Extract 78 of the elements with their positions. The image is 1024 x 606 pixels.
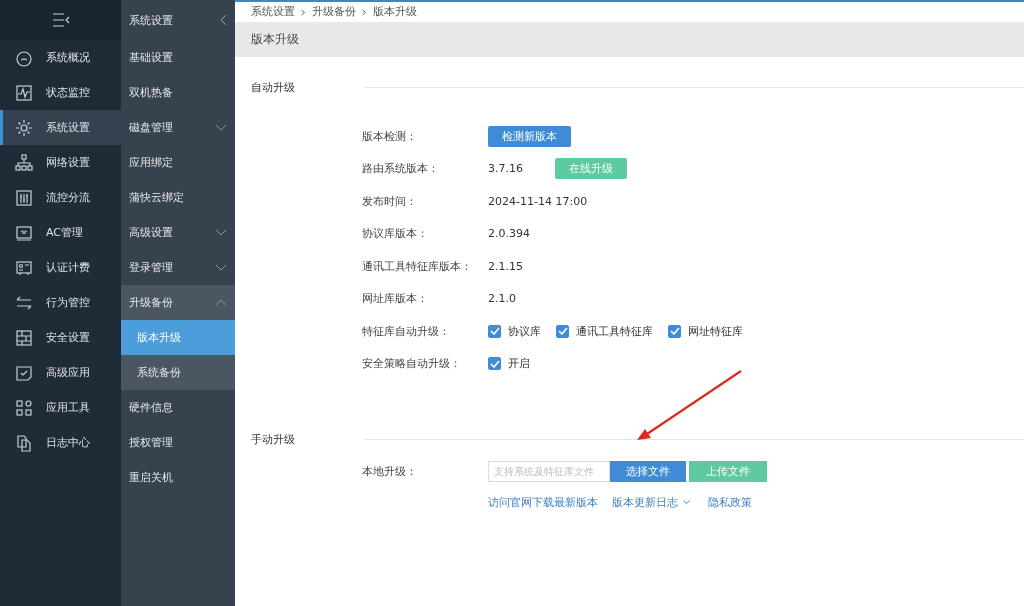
nav-item[interactable]: 系统概况 (0, 40, 121, 75)
link[interactable]: 访问官网下载最新版本 (488, 495, 598, 510)
section-title: 自动升级 (251, 80, 296, 95)
breadcrumb-item[interactable]: 升级备份 (312, 5, 356, 19)
nav-item[interactable]: AC管理 (0, 215, 121, 250)
nav-icon (15, 398, 33, 417)
checkbox-label: 开启 (508, 356, 530, 372)
link[interactable]: 隐私政策 (708, 495, 752, 510)
chevron-down-icon[interactable] (683, 500, 690, 505)
nav-item[interactable]: 网络设置 (0, 145, 121, 180)
subnav-item[interactable]: 应用绑定 (121, 145, 235, 180)
field-label: 发布时间： (362, 193, 418, 209)
nav-item[interactable]: 行为管控 (0, 285, 121, 320)
nav-icon (15, 258, 33, 277)
subnav-item[interactable]: 基础设置 (121, 40, 235, 75)
field-label: 安全策略自动升级： (362, 356, 462, 372)
nav-item[interactable]: 认证计费 (0, 250, 121, 285)
nav-icon (15, 83, 33, 102)
subnav-item[interactable]: 高级设置 (121, 215, 235, 250)
subnav-item[interactable]: 磁盘管理 (121, 110, 235, 145)
nav-item[interactable]: 安全设置 (0, 320, 121, 355)
nav-icon (15, 328, 33, 347)
nav-icon (15, 223, 33, 242)
checkbox[interactable] (488, 324, 501, 338)
field-label: 通讯工具特征库版本： (362, 258, 473, 274)
breadcrumb-separator-icon (362, 8, 367, 16)
subnav-item[interactable]: 蒲快云绑定 (121, 180, 235, 215)
nav-item[interactable]: 系统设置 (0, 110, 121, 145)
subnav-item[interactable]: 授权管理 (121, 425, 235, 460)
checkbox-label: 网址特征库 (688, 323, 743, 339)
checkbox-label: 协议库 (508, 323, 541, 339)
field-label: 网址库版本： (362, 291, 429, 307)
choose-file-button[interactable]: 选择文件 (610, 460, 686, 482)
check-version-button[interactable]: 检测新版本 (488, 125, 571, 147)
subnav-item[interactable]: 升级备份 (121, 285, 235, 320)
nav-icon (15, 118, 33, 137)
nav-icon (15, 48, 33, 67)
link[interactable]: 版本更新日志 (612, 495, 678, 510)
field-value: 3.7.16 (488, 162, 524, 176)
field-label: 特征库自动升级： (362, 323, 451, 339)
chevron-down-icon (215, 264, 227, 271)
nav-icon (15, 153, 33, 172)
checkbox[interactable] (488, 357, 501, 371)
menu-collapse-icon[interactable] (51, 13, 70, 27)
field-value: 2.0.394 (488, 227, 530, 241)
subnav-subitem[interactable]: 系统备份 (121, 355, 235, 390)
nav-item[interactable]: 日志中心 (0, 425, 121, 460)
nav-item[interactable]: 高级应用 (0, 355, 121, 390)
subnav-item[interactable]: 双机热备 (121, 75, 235, 110)
subnav-item[interactable]: 重启关机 (121, 460, 235, 495)
field-value: 2024-11-14 17:00 (488, 194, 588, 208)
nav-item[interactable]: 应用工具 (0, 390, 121, 425)
field-label: 版本检测： (362, 128, 418, 144)
field-label: 本地升级： (362, 463, 418, 479)
field-label: 协议库版本： (362, 226, 429, 242)
chevron-up-icon (215, 299, 227, 306)
section-title: 手动升级 (251, 432, 296, 447)
subnav-item[interactable]: 硬件信息 (121, 390, 235, 425)
checkbox[interactable] (556, 324, 569, 338)
breadcrumb-separator-icon (301, 8, 306, 16)
chevron-down-icon (215, 124, 227, 131)
page-title: 版本升级 (251, 32, 299, 47)
nav-icon (15, 433, 33, 452)
nav-item[interactable]: 流控分流 (0, 180, 121, 215)
field-label: 路由系统版本： (362, 161, 440, 177)
nav-item[interactable]: 状态监控 (0, 75, 121, 110)
nav-icon (15, 363, 33, 382)
field-value: 2.1.15 (488, 259, 523, 273)
breadcrumb-item[interactable]: 系统设置 (251, 5, 295, 19)
checkbox[interactable] (668, 324, 681, 338)
chevron-down-icon (215, 229, 227, 236)
nav-icon (15, 188, 33, 207)
field-value: 2.1.0 (488, 292, 516, 306)
subnav-title: 系统设置 (129, 12, 173, 28)
subnav-item[interactable]: 登录管理 (121, 250, 235, 285)
breadcrumb-item: 版本升级 (373, 5, 417, 19)
checkbox-label: 通讯工具特征库 (576, 323, 653, 339)
chevron-left-icon[interactable] (220, 14, 227, 26)
